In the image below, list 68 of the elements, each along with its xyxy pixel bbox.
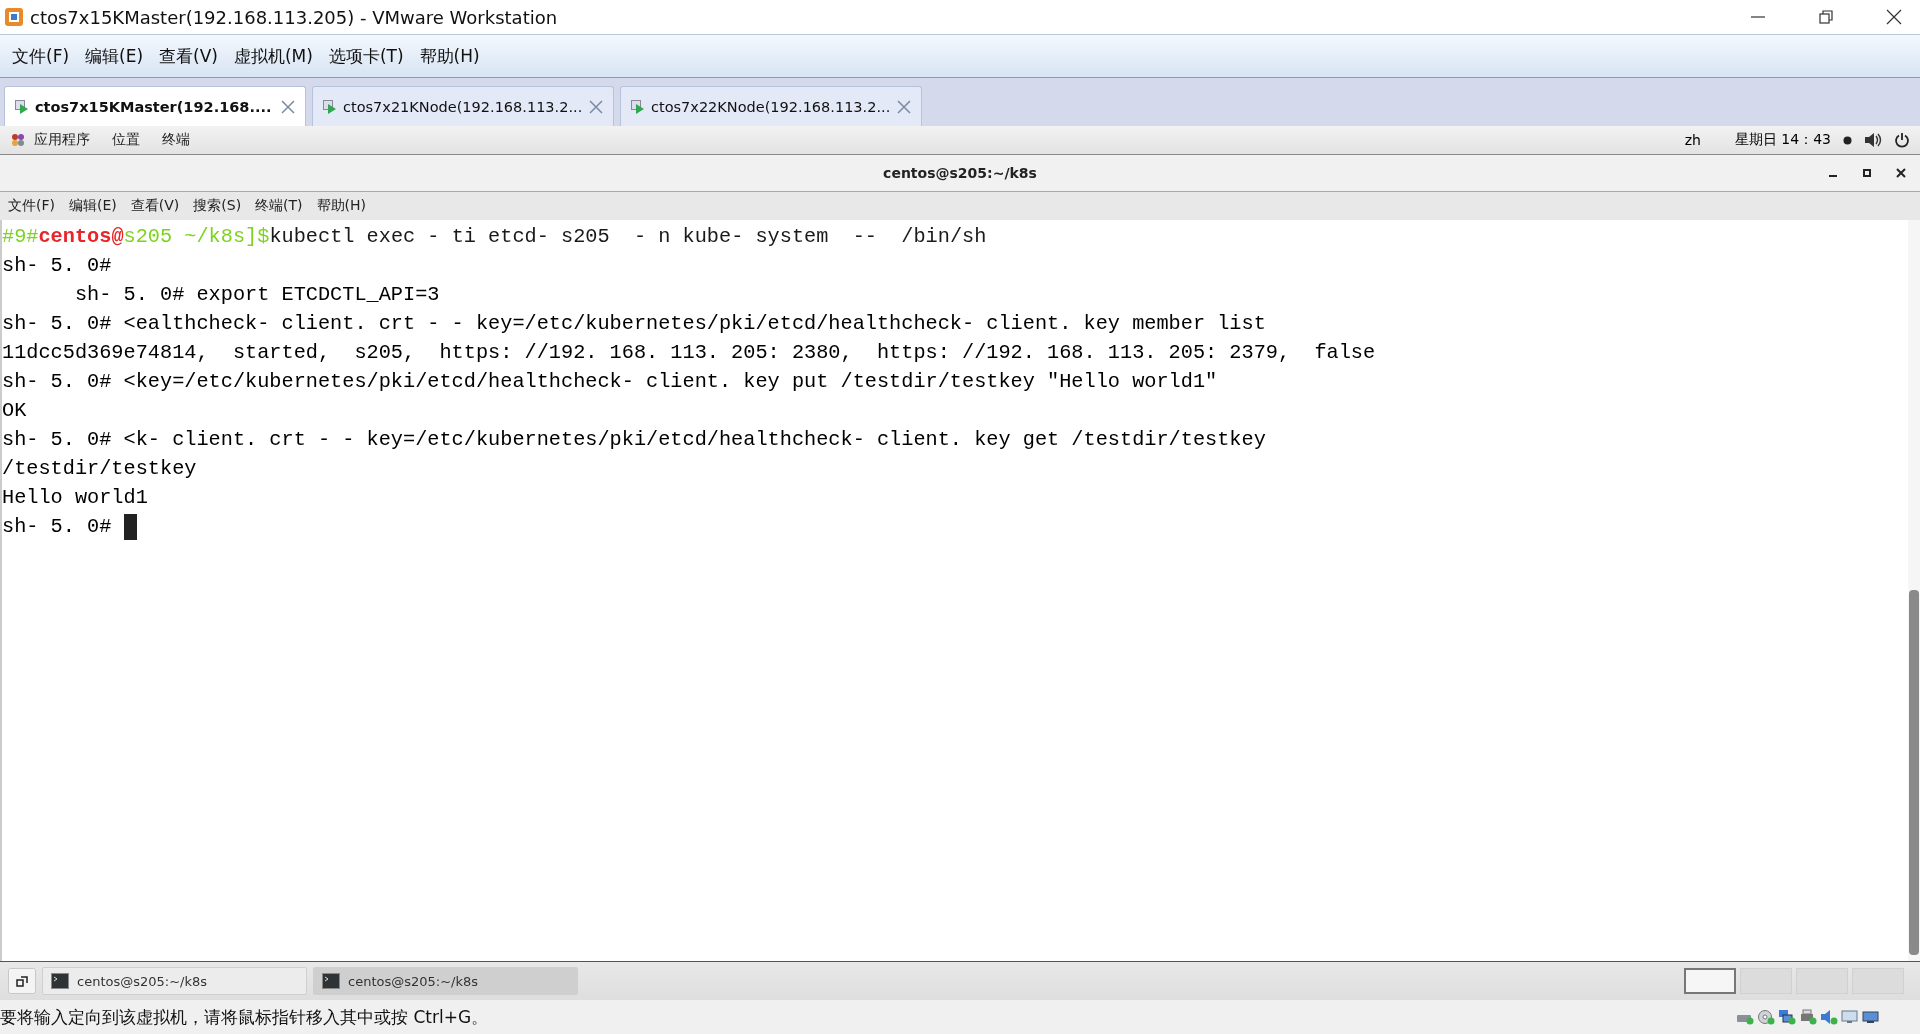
terminal-text: Hello world1: [2, 485, 148, 511]
terminal-text: sh- 5. 0# export ETCDCTL_API=3: [73, 282, 440, 308]
terminal-text: $: [257, 224, 270, 250]
menu-item[interactable]: 编辑(E): [69, 197, 117, 215]
status-message: 要将输入定向到该虚拟机，请将鼠标指针移入其中或按 Ctrl+G。: [0, 1005, 490, 1029]
terminal-text: sh- 5. 0#: [2, 253, 112, 279]
terminal-text: sh- 5. 0# <ealthcheck- client. crt - - key=/etc/kubernetes/pki/etcd/healthcheck- client. key member list: [2, 311, 1266, 337]
terminal-icon: [51, 973, 69, 989]
terminal-text: #9#: [2, 224, 39, 250]
menu-item[interactable]: 文件(F): [8, 197, 55, 215]
menu-item[interactable]: 搜索(S): [193, 197, 242, 215]
terminal-text: centos@: [38, 224, 124, 250]
terminal-text: /testdir/testkey: [2, 456, 197, 482]
terminal-title: centos@s205:~/k8s: [883, 165, 1037, 181]
taskbar-item[interactable]: centos@s205:~/k8s: [42, 967, 307, 995]
menu-item[interactable]: 终端(T): [255, 197, 303, 215]
show-desktop-icon[interactable]: [8, 968, 36, 994]
volume-icon[interactable]: [1864, 132, 1882, 148]
maximize-icon[interactable]: [1862, 168, 1872, 178]
tab-label: ctos7x21KNode(192.168.113.2...: [343, 98, 583, 115]
disc-icon: [1757, 1009, 1775, 1025]
vm-running-icon: [323, 99, 337, 114]
status-dot-icon: [1843, 135, 1852, 145]
terminal-text: sh- 5. 0# <key=/etc/kubernetes/pki/etcd/healthcheck- client. key put /testdir/testkey "Hello world1": [2, 369, 1218, 395]
menu-item[interactable]: 文件(F): [12, 44, 70, 68]
monitor-icon: [1862, 1009, 1880, 1025]
tab-label: ctos7x22KNode(192.168.113.2...: [651, 98, 891, 115]
vm-tab[interactable]: ctos7x22KNode(192.168.113.2...: [620, 86, 922, 126]
tab-label: ctos7x15KMaster(192.168....: [35, 98, 273, 115]
taskbar-item[interactable]: centos@s205:~/k8s: [313, 967, 578, 995]
network-icon: [1778, 1009, 1796, 1025]
menu-item[interactable]: 帮助(H): [419, 44, 480, 68]
menu-item[interactable]: 虚拟机(M): [233, 44, 313, 68]
close-icon[interactable]: [1896, 168, 1906, 178]
top-bar-menu[interactable]: 终端: [162, 131, 190, 149]
app-icon: [4, 7, 24, 27]
terminal-text: OK: [2, 398, 27, 424]
menu-item[interactable]: 帮助(H): [316, 197, 367, 215]
window-title: ctos7x15KMaster(192.168.113.205) - VMware Workstation: [30, 6, 559, 28]
language-indicator[interactable]: zh: [1684, 132, 1701, 148]
top-bar-menu[interactable]: 应用程序: [34, 131, 90, 149]
display-icon: [1841, 1009, 1859, 1025]
vm-running-icon: [15, 99, 29, 114]
taskbar-label: centos@s205:~/k8s: [77, 973, 208, 989]
vm-running-icon: [631, 99, 645, 114]
sound-icon: [1820, 1009, 1838, 1025]
terminal-text: s205 ~/k8s]: [123, 224, 258, 250]
power-icon[interactable]: [1894, 132, 1910, 148]
printer-icon: [1799, 1009, 1817, 1025]
scrollbar[interactable]: [1908, 220, 1920, 961]
terminal-text: kubectl exec - ti etcd- s205 - n kube- system -- /bin/sh: [269, 224, 987, 250]
vm-tab[interactable]: ctos7x15KMaster(192.168....: [4, 86, 306, 126]
terminal-icon: [322, 973, 340, 989]
workspace-button[interactable]: [1684, 968, 1736, 994]
menu-item[interactable]: 编辑(E): [85, 44, 144, 68]
terminal-text: sh- 5. 0#: [2, 514, 112, 540]
clock[interactable]: 星期日 14：43: [1734, 131, 1831, 149]
terminal-text: 11dcc5d369e74814, started, s205, https: //192. 168. 113. 205: 2380, https: //192. 168. 113. 205: 2379, false: [2, 340, 1376, 366]
menu-item[interactable]: 查看(V): [159, 44, 218, 68]
menu-item[interactable]: 查看(V): [130, 197, 180, 215]
taskbar-label: centos@s205:~/k8s: [348, 973, 479, 989]
menu-item[interactable]: 选项卡(T): [328, 44, 404, 68]
close-icon[interactable]: [1886, 9, 1902, 25]
top-bar-menu[interactable]: 位置: [112, 131, 140, 149]
restore-icon[interactable]: [1818, 9, 1834, 25]
terminal-text: sh- 5. 0# <k- client. crt - - key=/etc/kubernetes/pki/etcd/healthcheck- client. key get /testdir/testkey: [2, 427, 1266, 453]
vm-tab[interactable]: ctos7x21KNode(192.168.113.2...: [312, 86, 614, 126]
apps-icon: [10, 132, 26, 148]
